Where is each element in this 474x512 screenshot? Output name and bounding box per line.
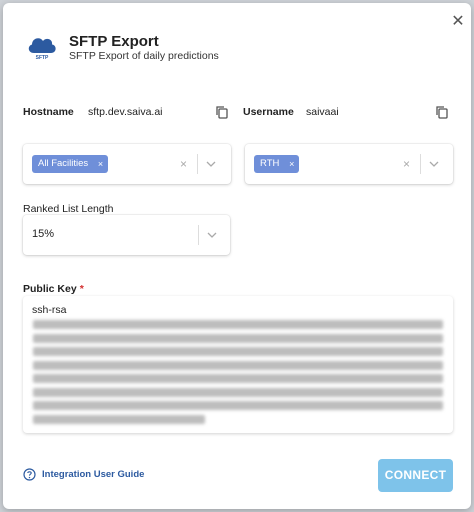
type-divider [420, 154, 421, 174]
help-circle-icon [23, 468, 36, 481]
ranked-list-divider [198, 225, 199, 245]
type-chip: RTH × [254, 155, 300, 173]
ranked-list-select[interactable]: 15% [23, 215, 230, 255]
username-label: Username [243, 106, 294, 118]
cloud-icon [28, 38, 56, 53]
public-key-label: Public Key * [23, 283, 84, 295]
sftp-export-dialog: ✕ SFTP SFTP Export SFTP Export of daily … [3, 3, 471, 509]
chevron-down-icon[interactable] [428, 158, 440, 170]
facilities-select[interactable]: All Facilities × × [23, 144, 231, 184]
type-select[interactable]: RTH × × [245, 144, 453, 184]
username-value: saivaai [306, 106, 339, 118]
logo-text: SFTP [35, 55, 49, 61]
facility-chip-remove[interactable]: × [98, 155, 103, 173]
type-clear[interactable]: × [403, 156, 410, 172]
integration-guide-label: Integration User Guide [42, 469, 145, 480]
required-mark: * [79, 283, 84, 295]
dialog-subtitle: SFTP Export of daily predictions [69, 50, 219, 62]
public-key-value: ssh-rsa [32, 304, 67, 316]
chevron-down-icon[interactable] [206, 229, 218, 241]
public-key-redacted [33, 320, 443, 426]
facility-chip-label: All Facilities [38, 158, 89, 169]
hostname-value: sftp.dev.saiva.ai [88, 106, 163, 118]
copy-username-icon[interactable] [435, 105, 449, 119]
facilities-divider [197, 154, 198, 174]
public-key-textarea[interactable]: ssh-rsa [23, 296, 453, 433]
facility-chip: All Facilities × [32, 155, 109, 173]
close-icon[interactable]: ✕ [449, 13, 467, 31]
connect-button[interactable]: CONNECT [378, 459, 453, 492]
facilities-clear[interactable]: × [180, 156, 187, 172]
public-key-label-text: Public Key [23, 283, 77, 295]
copy-hostname-icon[interactable] [215, 105, 229, 119]
integration-guide-link[interactable]: Integration User Guide [23, 468, 144, 481]
sftp-logo: SFTP [25, 33, 59, 65]
ranked-list-label: Ranked List Length [23, 203, 114, 215]
type-chip-label: RTH [260, 158, 280, 169]
chevron-down-icon[interactable] [205, 158, 217, 170]
dialog-title: SFTP Export [69, 33, 159, 50]
type-chip-remove[interactable]: × [289, 155, 294, 173]
ranked-list-value: 15% [32, 228, 55, 240]
hostname-label: Hostname [23, 106, 74, 118]
